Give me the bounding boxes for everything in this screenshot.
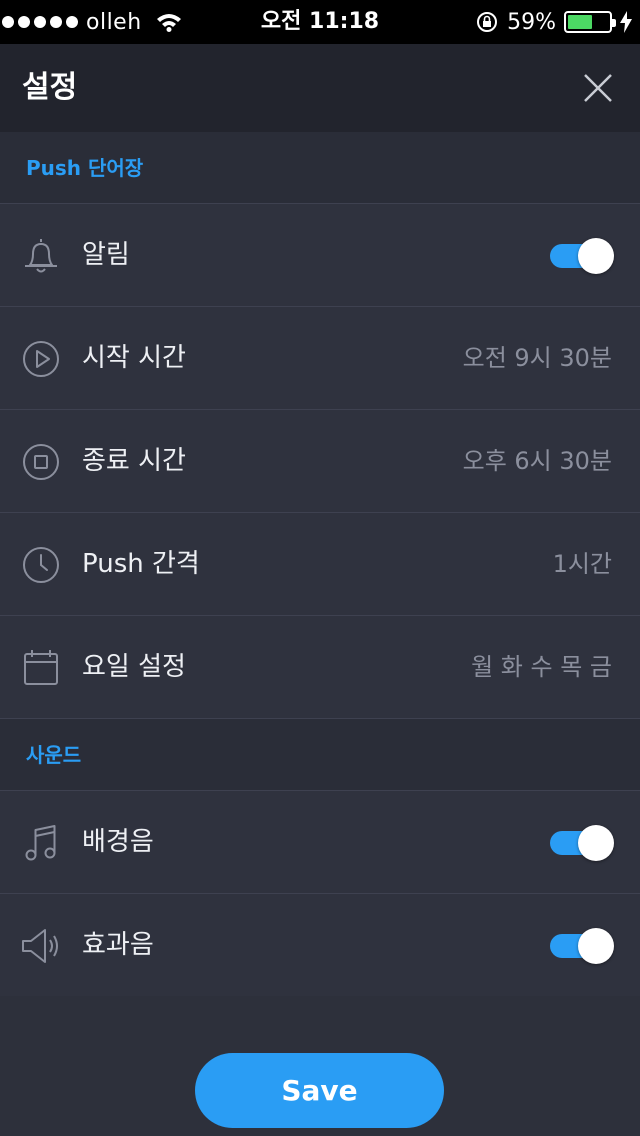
row-notification[interactable]: 알림 bbox=[0, 204, 640, 307]
end-time-value: 오후 6시 30분 bbox=[462, 447, 612, 475]
section-header-push: Push 단어장 bbox=[0, 132, 640, 204]
bell-icon bbox=[25, 239, 57, 273]
row-label: 종료 시간 bbox=[82, 446, 186, 476]
row-label: 요일 설정 bbox=[82, 652, 186, 682]
row-background-music[interactable]: 배경음 bbox=[0, 791, 640, 894]
battery-fill bbox=[568, 15, 592, 29]
row-push-interval[interactable]: Push 간격 1시간 bbox=[0, 513, 640, 616]
battery-icon bbox=[564, 11, 616, 33]
row-start-time[interactable]: 시작 시간 오전 9시 30분 bbox=[0, 307, 640, 410]
row-label: 효과음 bbox=[82, 930, 154, 960]
notification-toggle[interactable] bbox=[550, 238, 614, 274]
status-right: 59% bbox=[475, 0, 632, 44]
row-sound-effects[interactable]: 효과음 bbox=[0, 894, 640, 997]
row-label: Push 간격 bbox=[82, 549, 200, 579]
row-weekday-setting[interactable]: 요일 설정 월 화 수 목 금 bbox=[0, 616, 640, 719]
row-label: 알림 bbox=[82, 240, 130, 270]
music-note-icon bbox=[25, 825, 56, 861]
status-bar: olleh 오전 11:18 59% bbox=[0, 0, 640, 44]
sound-effects-toggle[interactable] bbox=[550, 928, 614, 964]
push-interval-value: 1시간 bbox=[552, 550, 612, 578]
clock-icon bbox=[23, 547, 59, 583]
row-label: 시작 시간 bbox=[82, 343, 186, 373]
footer: Save bbox=[0, 996, 640, 1136]
rotation-lock-icon bbox=[477, 12, 498, 32]
weekday-value: 월 화 수 목 금 bbox=[471, 653, 612, 681]
charging-bolt-icon bbox=[620, 11, 632, 33]
row-label: 배경음 bbox=[82, 827, 154, 857]
settings-header: 설정 bbox=[0, 44, 640, 132]
battery-percent: 59% bbox=[507, 9, 556, 35]
play-circle-icon bbox=[23, 341, 59, 377]
calendar-icon bbox=[24, 650, 58, 685]
background-music-toggle[interactable] bbox=[550, 825, 614, 861]
close-icon[interactable] bbox=[582, 72, 614, 104]
save-button[interactable]: Save bbox=[195, 1053, 444, 1128]
start-time-value: 오전 9시 30분 bbox=[462, 344, 612, 372]
stop-circle-icon bbox=[23, 444, 59, 480]
row-end-time[interactable]: 종료 시간 오후 6시 30분 bbox=[0, 410, 640, 513]
speaker-icon bbox=[22, 929, 58, 963]
section-header-sound: 사운드 bbox=[0, 719, 640, 791]
page-title: 설정 bbox=[22, 70, 78, 105]
